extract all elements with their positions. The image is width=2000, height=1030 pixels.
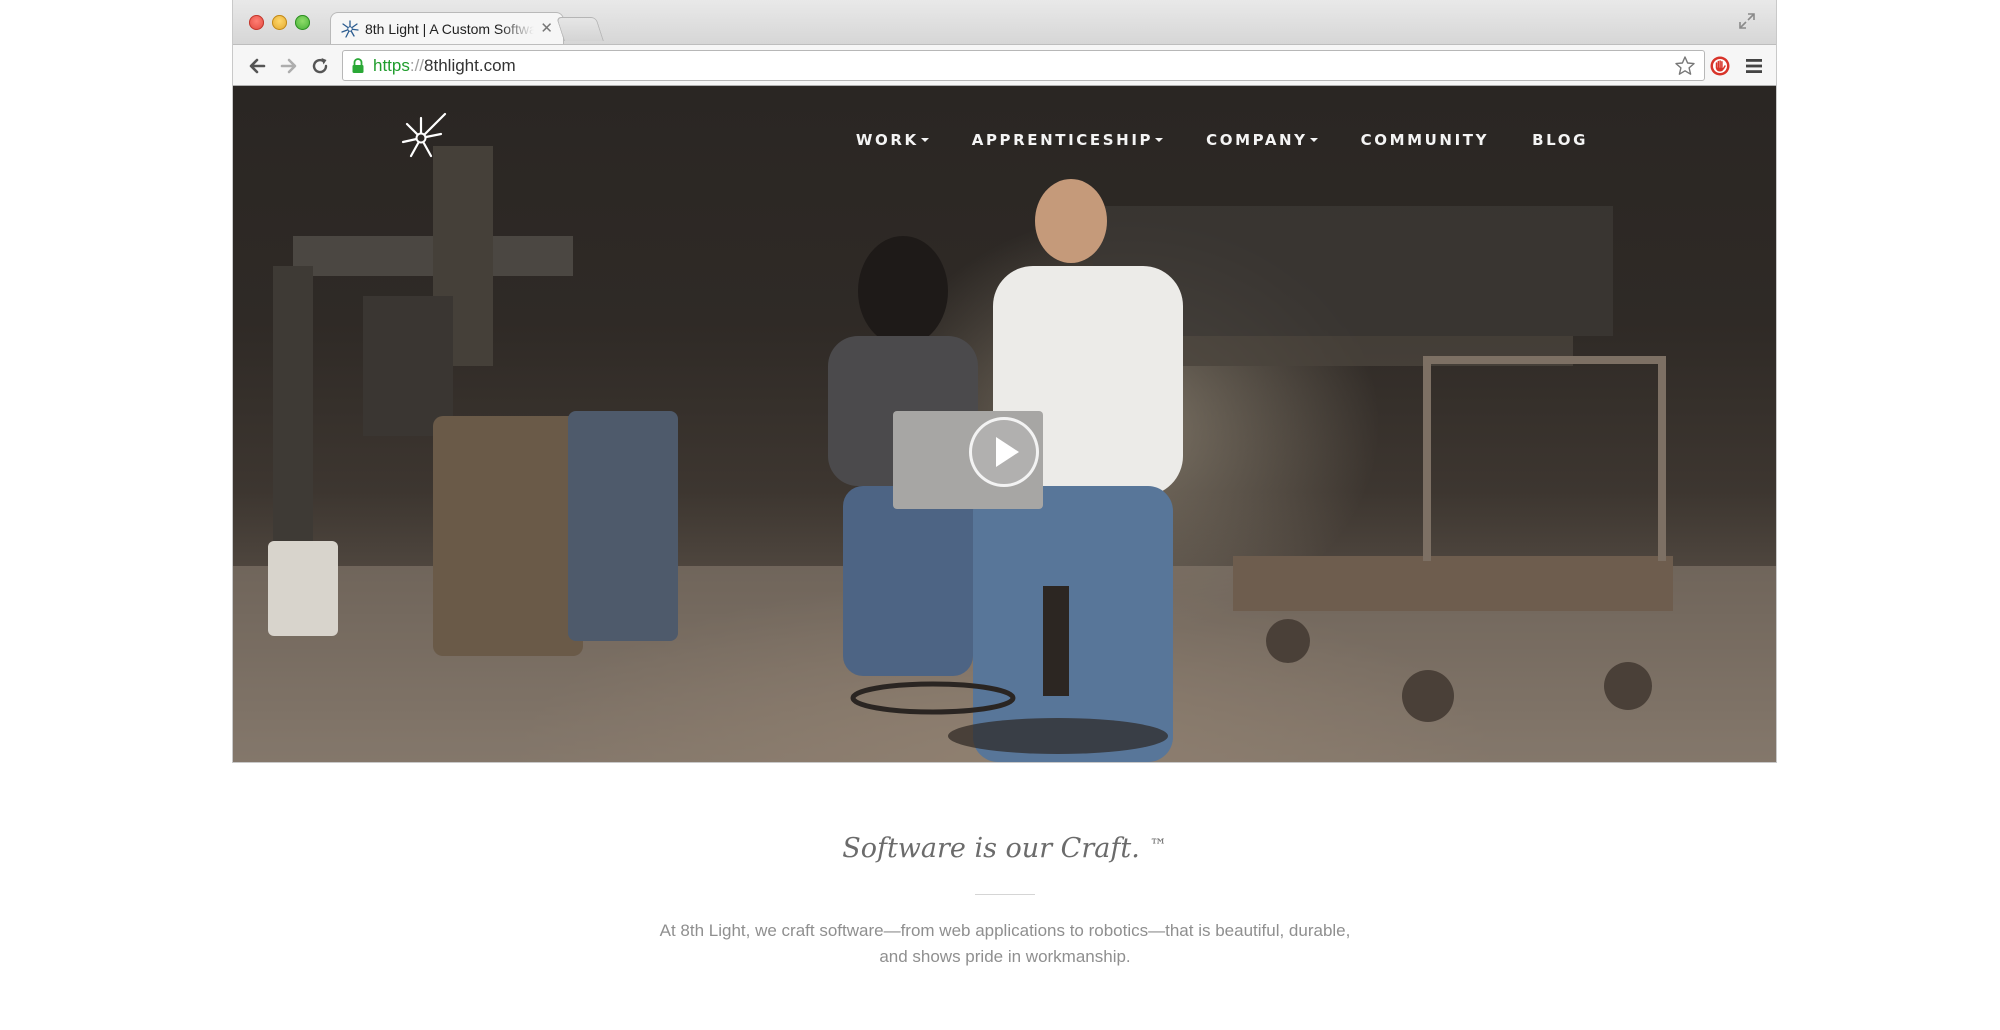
nav-item-apprenticeship[interactable]: APPRENTICESHIP: [972, 131, 1164, 149]
nav-item-company[interactable]: COMPANY: [1206, 131, 1318, 149]
browser-tab[interactable]: 8th Light | A Custom Software Developmen…: [330, 12, 564, 44]
extension-icon[interactable]: [1709, 55, 1731, 77]
hero-video-banner: WORK APPRENTICESHIP COMPANY COMMUNITY BL…: [233, 86, 1776, 762]
caret-down-icon: [1309, 138, 1318, 142]
play-video-button[interactable]: [969, 417, 1039, 487]
url-text: https://8thlight.com: [373, 55, 516, 75]
address-bar[interactable]: https://8thlight.com: [342, 50, 1705, 81]
tab-title: 8th Light | A Custom Software Developmen…: [365, 20, 535, 37]
close-window-button[interactable]: [249, 15, 264, 30]
nav-item-blog[interactable]: BLOG: [1532, 131, 1588, 149]
minimize-window-button[interactable]: [272, 15, 287, 30]
reload-icon[interactable]: [309, 55, 331, 77]
caret-down-icon: [1155, 138, 1164, 142]
site-favicon-icon: [341, 19, 359, 38]
intro-paragraph: At 8th Light, we craft software—from web…: [659, 921, 1351, 966]
site-logo-icon[interactable]: [401, 112, 449, 160]
title-bar: 8th Light | A Custom Software Developmen…: [233, 0, 1776, 44]
browser-toolbar: https://8thlight.com: [233, 44, 1776, 86]
section-divider: [975, 894, 1035, 895]
site-navigation: WORK APPRENTICESHIP COMPANY COMMUNITY BL…: [856, 130, 1588, 150]
back-arrow-icon[interactable]: [246, 55, 268, 77]
play-icon: [996, 437, 1019, 467]
close-icon[interactable]: ✕: [540, 21, 553, 36]
caret-down-icon: [920, 138, 929, 142]
fullscreen-icon[interactable]: [1738, 12, 1756, 30]
tagline: Software is our Craft. ™: [842, 833, 1167, 864]
menu-icon[interactable]: [1743, 55, 1765, 77]
lock-icon: [352, 57, 364, 73]
star-icon[interactable]: [1674, 55, 1696, 77]
forward-arrow-icon[interactable]: [278, 55, 300, 77]
browser-window: 8th Light | A Custom Software Developmen…: [233, 0, 1776, 762]
zoom-window-button[interactable]: [295, 15, 310, 30]
nav-item-community[interactable]: COMMUNITY: [1361, 131, 1489, 149]
nav-item-work[interactable]: WORK: [856, 131, 929, 149]
new-tab-button[interactable]: [556, 17, 604, 41]
